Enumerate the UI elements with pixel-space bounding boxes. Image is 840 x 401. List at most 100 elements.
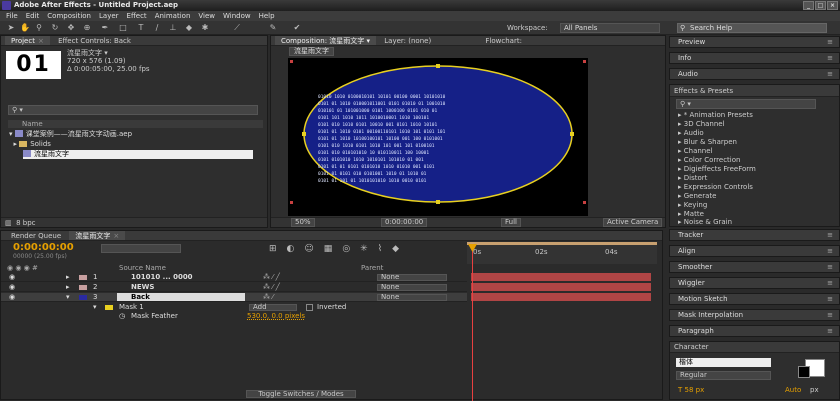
panel-menu-icon[interactable]: ≡ (827, 310, 833, 321)
menu-window[interactable]: Window (223, 11, 251, 21)
project-search-input[interactable]: ⚲ ▾ (8, 105, 258, 115)
effect-category[interactable]: ▸ * Animation Presets (678, 111, 753, 120)
expand-icon[interactable]: ▾ (66, 293, 70, 302)
panel-menu-icon[interactable]: ≡ (827, 53, 833, 64)
camera-select[interactable]: Active Camera (603, 218, 663, 227)
visibility-icon[interactable]: ◉ (9, 273, 15, 282)
orient-tool-icon[interactable]: ✔ (292, 23, 302, 33)
layer-name[interactable]: NEWS (131, 283, 154, 292)
panel-menu-icon[interactable]: ≡ (827, 278, 833, 289)
effect-category[interactable]: ▸ Noise & Grain (678, 218, 732, 226)
roto-tool-icon[interactable]: ⟋ (232, 23, 242, 33)
effects-search-input[interactable]: ⚲ ▾ (676, 99, 816, 109)
brainstorm-icon[interactable]: ✳ (360, 244, 368, 254)
time-ruler[interactable]: 0s 02s 04s (467, 242, 657, 264)
tab-layer[interactable]: Layer: (none) (378, 36, 437, 45)
wiggler-panel-tab[interactable]: Wiggler ≡ (669, 277, 840, 289)
mask-tool-icon[interactable]: □ (118, 23, 128, 33)
layer-label-swatch[interactable] (79, 275, 87, 280)
maximize-button[interactable]: □ (815, 1, 826, 10)
visibility-icon[interactable]: ◉ (9, 293, 15, 302)
menu-help[interactable]: Help (259, 11, 275, 21)
clone-tool-icon[interactable]: ⊥ (168, 23, 178, 33)
layer-row[interactable]: ◉ ▸ 1 101010 ... 0000 ⁂ ⁄ ╱ None (1, 273, 467, 282)
panel-menu-icon[interactable]: ≡ (827, 326, 833, 337)
layer-label-swatch[interactable] (79, 285, 87, 290)
close-icon[interactable]: × (38, 37, 44, 45)
audio-panel-tab[interactable]: Audio ≡ (669, 68, 840, 80)
align-panel-tab[interactable]: Align ≡ (669, 245, 840, 257)
effect-category[interactable]: ▸ Blur & Sharpen (678, 138, 737, 147)
keyframe-icon[interactable]: ◆ (392, 244, 399, 254)
layer-handle[interactable] (290, 60, 293, 63)
tab-effect-controls[interactable]: Effect Controls: Back (52, 36, 137, 45)
menu-edit[interactable]: Edit (26, 11, 40, 21)
mask-vertex-bottom[interactable] (436, 200, 440, 204)
effect-category[interactable]: ▸ Distort (678, 174, 707, 183)
rotate-tool-icon[interactable]: ↻ (50, 23, 60, 33)
shy-icon[interactable]: ☺ (304, 244, 313, 254)
layer-name[interactable]: 101010 ... 0000 (131, 273, 193, 282)
frame-blending-icon[interactable]: ▦ (324, 244, 333, 254)
current-time[interactable]: 0:00:00:00 (381, 218, 428, 227)
tree-item-composition[interactable]: 流星雨文字 (23, 150, 253, 159)
camera-tool-icon[interactable]: ✥ (66, 23, 76, 33)
preview-panel-tab[interactable]: Preview ≡ (669, 36, 840, 48)
panel-menu-icon[interactable]: ≡ (827, 69, 833, 80)
layer-row[interactable]: ◉ ▸ 2 NEWS ⁂ ⁄ ╱ None (1, 283, 467, 292)
effect-category[interactable]: ▸ Color Correction (678, 156, 740, 165)
mask-interpolation-panel-tab[interactable]: Mask Interpolation ≡ (669, 309, 840, 321)
text-tool-icon[interactable]: T (136, 23, 146, 33)
parent-select[interactable]: None (377, 294, 447, 301)
timeline-search-input[interactable] (101, 244, 181, 253)
mask-mode-select[interactable]: Add (249, 304, 297, 311)
menu-animation[interactable]: Animation (155, 11, 191, 21)
parent-select[interactable]: None (377, 274, 447, 281)
mask-feather-value[interactable]: 530.0, 0.0 pixels (247, 312, 305, 321)
visibility-icon[interactable]: ◉ (9, 283, 15, 292)
parent-select[interactable]: None (377, 284, 447, 291)
bpc-label[interactable]: 8 bpc (16, 219, 35, 227)
mask-vertex-left[interactable] (302, 132, 306, 136)
panel-menu-icon[interactable]: ≡ (827, 37, 833, 48)
mask-name[interactable]: Mask 1 (119, 303, 144, 312)
tab-timeline-comp[interactable]: 流星雨文字 × (69, 231, 126, 240)
layer-handle[interactable] (583, 201, 586, 204)
layer-name[interactable]: Back (117, 293, 245, 301)
menu-composition[interactable]: Composition (47, 11, 91, 21)
mask-vertex-right[interactable] (570, 132, 574, 136)
composition-viewer[interactable]: 01010 1010 0100010101 10101 00100 0001 1… (288, 58, 588, 216)
tree-item-project[interactable]: ▾ 课堂案例——流星雨文字动画.aep (9, 130, 264, 139)
motion-sketch-panel-tab[interactable]: Motion Sketch ≡ (669, 293, 840, 305)
tree-item-solids[interactable]: ▸ Solids (9, 140, 264, 149)
minimize-button[interactable]: _ (803, 1, 814, 10)
menu-view[interactable]: View (198, 11, 215, 21)
inverted-checkbox[interactable] (306, 304, 313, 311)
smoother-panel-tab[interactable]: Smoother ≡ (669, 261, 840, 273)
search-help-input[interactable]: ⚲ Search Help (677, 23, 827, 33)
panel-menu-icon[interactable]: ≡ (827, 230, 833, 241)
expand-icon[interactable]: ▸ (66, 273, 70, 282)
font-size-value[interactable]: T 58 px (678, 386, 704, 394)
eraser-tool-icon[interactable]: ◆ (184, 23, 194, 33)
stroke-color-swatch[interactable] (798, 366, 810, 378)
effect-category[interactable]: ▸ Digieffects FreeForm (678, 165, 756, 174)
zoom-select[interactable]: 50% (291, 218, 315, 227)
source-name-header[interactable]: Source Name (119, 264, 166, 272)
menu-file[interactable]: File (6, 11, 18, 21)
timeline-timecode[interactable]: 0:00:00:00 (13, 242, 74, 253)
pen-tool-icon[interactable]: ✒ (100, 23, 110, 33)
effect-category[interactable]: ▸ Channel (678, 147, 713, 156)
workspace-select[interactable]: All Panels (560, 23, 660, 33)
mask-row[interactable]: ▾ Mask 1 Add Inverted (1, 303, 467, 312)
panel-menu-icon[interactable]: ≡ (827, 246, 833, 257)
layer-duration-bar[interactable] (471, 273, 651, 281)
effect-category[interactable]: ▸ Keying (678, 201, 707, 210)
trash-icon[interactable]: ▥ (5, 219, 12, 227)
project-column-name[interactable]: Name (8, 120, 263, 128)
font-family-select[interactable]: 楷体 (676, 358, 771, 367)
zoom-tool-icon[interactable]: ⚲ (34, 23, 44, 33)
leading-value[interactable]: Auto (785, 386, 801, 394)
tab-effects-presets[interactable]: Effects & Presets (674, 87, 733, 95)
tab-project[interactable]: Project × (5, 36, 50, 45)
